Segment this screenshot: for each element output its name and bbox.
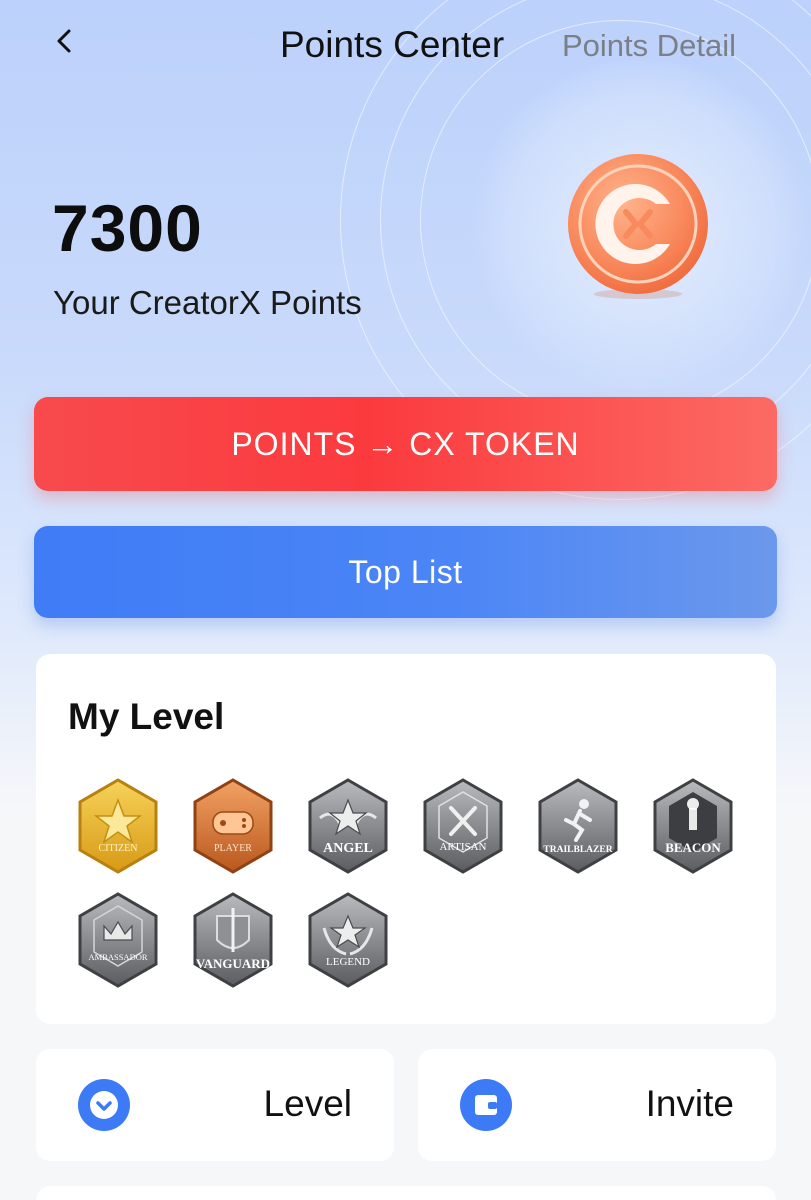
- invite-tile[interactable]: Invite: [418, 1049, 776, 1161]
- badge-legend[interactable]: LEGEND: [306, 892, 390, 988]
- next-card: [36, 1186, 776, 1200]
- page-title: Points Center: [280, 24, 505, 65]
- badge-vanguard[interactable]: VANGUARD: [191, 892, 275, 988]
- badge-artisan[interactable]: ARTISAN: [421, 778, 505, 874]
- gamepad-icon: [212, 811, 254, 835]
- badge-trailblazer[interactable]: TRAILBLAZER: [536, 778, 620, 874]
- wallet-icon: [460, 1079, 512, 1131]
- points-label: Your CreatorX Points: [53, 284, 362, 321]
- badge-label: TRAILBLAZER: [543, 845, 612, 855]
- badge-citizen[interactable]: CITIZEN: [76, 778, 160, 874]
- convert-to-token-button[interactable]: POINTS → CX TOKEN: [34, 397, 777, 491]
- top-list-button[interactable]: Top List: [34, 526, 777, 618]
- level-section-title: My Level: [68, 696, 225, 737]
- badge-label: AMBASSADOR: [88, 952, 147, 962]
- badge-label: LEGEND: [326, 956, 370, 968]
- my-level-card: My Level CITIZEN PLAYER ANGEL ARTISAN TR…: [36, 654, 776, 1024]
- badge-label: PLAYER: [214, 843, 252, 854]
- badge-label: ARTISAN: [439, 841, 486, 853]
- badge-beacon[interactable]: BEACON: [651, 778, 735, 874]
- level-tile-label: Level: [263, 1083, 352, 1124]
- runner-icon: [579, 799, 589, 809]
- badge-ambassador[interactable]: AMBASSADOR: [76, 892, 160, 988]
- badge-angel[interactable]: ANGEL: [306, 778, 390, 874]
- diamond-icon: [78, 1079, 130, 1131]
- points-balance: 7300: [52, 191, 203, 265]
- back-arrow-icon[interactable]: [50, 26, 80, 56]
- lighthouse-icon: [689, 808, 697, 830]
- invite-tile-label: Invite: [645, 1083, 734, 1124]
- badge-label: CITIZEN: [99, 843, 138, 854]
- level-tile[interactable]: Level: [36, 1049, 394, 1161]
- badge-label: VANGUARD: [196, 956, 270, 971]
- points-detail-link[interactable]: Points Detail: [562, 28, 736, 64]
- badge-label: BEACON: [665, 840, 721, 855]
- badge-label: ANGEL: [323, 841, 373, 856]
- badge-player[interactable]: PLAYER: [191, 778, 275, 874]
- coin-icon: [562, 152, 714, 302]
